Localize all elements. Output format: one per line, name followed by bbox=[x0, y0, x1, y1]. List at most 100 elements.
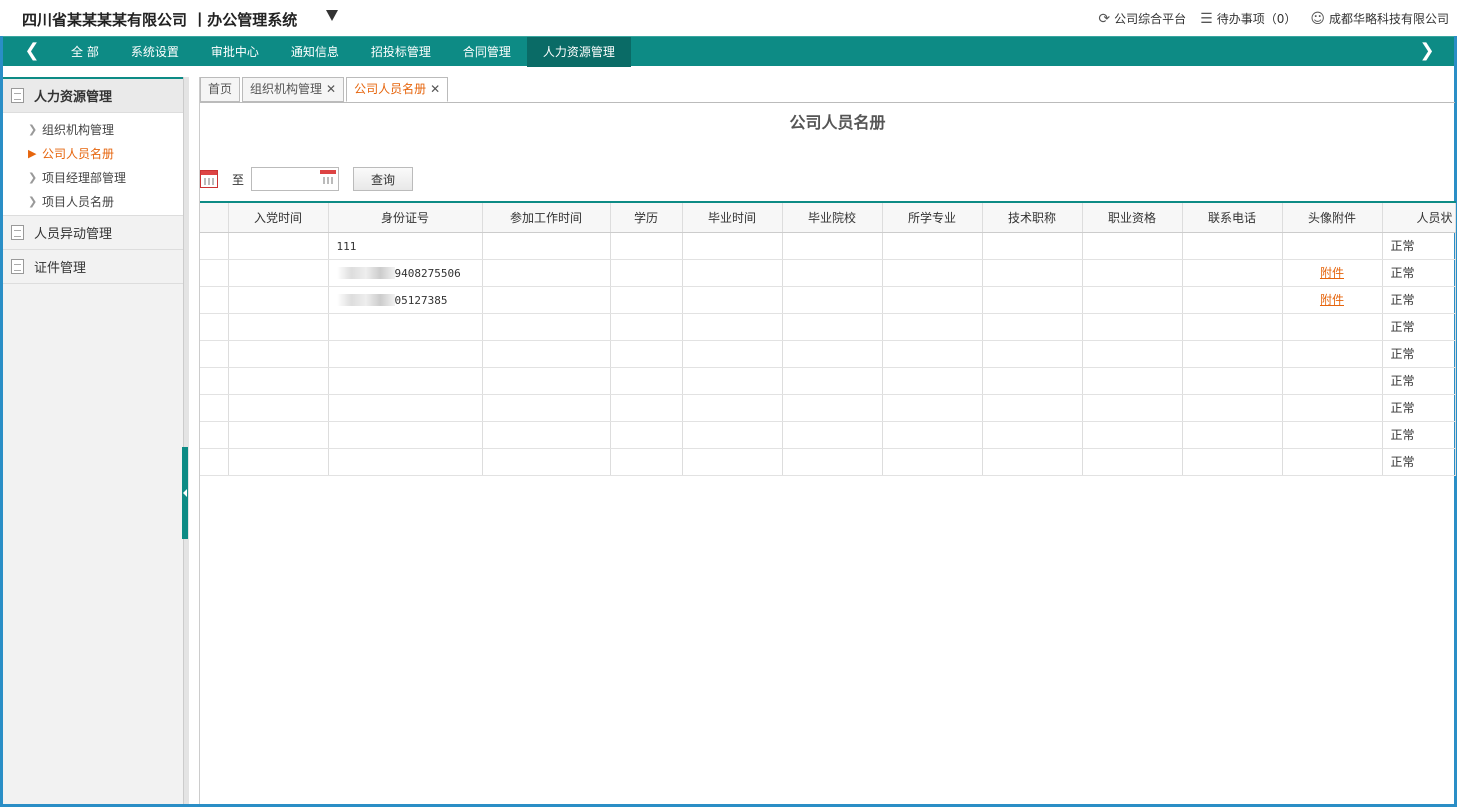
column-header: 所学专业 bbox=[882, 202, 983, 233]
table-row[interactable]: 正常 bbox=[200, 421, 1456, 449]
caret-down-icon[interactable] bbox=[326, 10, 338, 21]
table-row[interactable]: 正常 bbox=[200, 448, 1456, 476]
nav-item[interactable]: 招投标管理 bbox=[355, 37, 447, 67]
id-number: 9408275506 bbox=[394, 266, 461, 280]
table-cell bbox=[482, 340, 611, 368]
table-cell bbox=[610, 394, 683, 422]
status-cell: 正常 bbox=[1382, 367, 1456, 395]
table-cell bbox=[1182, 340, 1283, 368]
sidebar-item-label: 项目人员名册 bbox=[42, 194, 115, 209]
table-row[interactable]: 05127385 附件 正常 bbox=[200, 286, 1456, 314]
calendar-icon[interactable] bbox=[200, 170, 218, 188]
table-cell bbox=[1182, 421, 1283, 449]
table-row[interactable]: 正常 bbox=[200, 367, 1456, 395]
table-cell bbox=[1182, 367, 1283, 395]
nav-item[interactable]: 人力资源管理 bbox=[526, 37, 631, 67]
collapse-sidebar-handle[interactable] bbox=[182, 447, 188, 539]
checklist-icon: ☰ bbox=[1200, 10, 1213, 27]
table-cell bbox=[1082, 394, 1183, 422]
chevron-right-icon[interactable]: ❯ bbox=[1412, 37, 1442, 67]
attachment-link[interactable]: 附件 bbox=[1320, 266, 1344, 280]
table-cell bbox=[1082, 421, 1183, 449]
column-header: 头像附件 bbox=[1282, 202, 1383, 233]
table-cell bbox=[200, 340, 229, 368]
todo-link[interactable]: ☰ 待办事项（0） bbox=[1200, 10, 1296, 27]
end-date-input[interactable] bbox=[251, 167, 340, 191]
sidebar-submenu: ❯ 组织机构管理 ▶ 公司人员名册 ❯ 项目经理部管理 ❯ 项目人员名册 bbox=[3, 113, 183, 216]
tab-divider bbox=[200, 102, 1455, 103]
column-header: 职业资格 bbox=[1082, 202, 1183, 233]
company-platform-link[interactable]: ⟳ 公司综合平台 bbox=[1098, 10, 1186, 27]
status-cell: 正常 bbox=[1382, 394, 1456, 422]
table-cell bbox=[982, 448, 1083, 476]
sidebar-item[interactable]: ❯ 项目经理部管理 bbox=[3, 165, 183, 189]
calendar-icon[interactable] bbox=[320, 170, 339, 188]
table-cell bbox=[1082, 259, 1183, 287]
sidebar-group[interactable]: 证件管理 bbox=[3, 250, 183, 284]
search-row: 至 查询 bbox=[200, 166, 414, 192]
table-cell bbox=[882, 259, 983, 287]
table-cell bbox=[228, 421, 329, 449]
table-row[interactable]: 正常 bbox=[200, 340, 1456, 368]
status-cell: 正常 bbox=[1382, 313, 1456, 341]
table-row[interactable]: 111 正常 bbox=[200, 232, 1456, 260]
nav-item[interactable]: 全 部 bbox=[55, 37, 115, 67]
table-cell bbox=[228, 394, 329, 422]
attachment-cell bbox=[1282, 421, 1383, 449]
table-cell bbox=[1082, 448, 1183, 476]
user-company-link[interactable]: ☺ 成都华略科技有限公司 bbox=[1310, 10, 1449, 27]
table-cell bbox=[228, 286, 329, 314]
sidebar-item[interactable]: ❯ 组织机构管理 bbox=[3, 117, 183, 141]
sidebar-group-label: 人力资源管理 bbox=[34, 90, 113, 105]
nav-item[interactable]: 通知信息 bbox=[275, 37, 355, 67]
table-cell bbox=[482, 367, 611, 395]
tab[interactable]: 组织机构管理 ✕ bbox=[242, 77, 345, 102]
table-cell bbox=[782, 259, 883, 287]
sidebar-item[interactable]: ▶ 公司人员名册 bbox=[3, 141, 183, 165]
attachment-link[interactable]: 附件 bbox=[1320, 293, 1344, 307]
chevron-left-icon[interactable]: ❮ bbox=[17, 37, 47, 67]
table-cell bbox=[200, 394, 229, 422]
table-body: 111 正常 9408275506 附件 正常 05127385 附件 正常 正常 正常 正常 正常正… bbox=[200, 232, 1456, 476]
chevron-right-icon: ❯ bbox=[28, 170, 38, 184]
nav-item[interactable]: 合同管理 bbox=[447, 37, 527, 67]
id-number-cell bbox=[328, 367, 483, 395]
nav-item[interactable]: 系统设置 bbox=[115, 37, 195, 67]
tab[interactable]: 公司人员名册 ✕ bbox=[346, 77, 449, 102]
table-cell bbox=[882, 232, 983, 260]
table-header-row: 入党时间 身份证号 参加工作时间 学历 毕业时间 毕业院校 所学专业 技术职称 职业资格 联系电话… bbox=[200, 202, 1456, 233]
table-row[interactable]: 正常 bbox=[200, 313, 1456, 341]
table-cell bbox=[1082, 313, 1183, 341]
table-cell bbox=[1182, 313, 1283, 341]
close-icon[interactable]: ✕ bbox=[326, 78, 336, 101]
staff-table: 入党时间 身份证号 参加工作时间 学历 毕业时间 毕业院校 所学专业 技术职称 职业资格 联系电话… bbox=[200, 201, 1456, 476]
table-cell bbox=[1082, 232, 1183, 260]
table-cell bbox=[228, 367, 329, 395]
nav-item[interactable]: 审批中心 bbox=[195, 37, 275, 67]
table-cell bbox=[882, 421, 983, 449]
query-button[interactable]: 查询 bbox=[353, 167, 414, 191]
splitter[interactable] bbox=[183, 77, 189, 804]
column-header: 人员状 bbox=[1382, 202, 1456, 233]
document-icon bbox=[11, 259, 24, 274]
table-cell bbox=[200, 367, 229, 395]
table-cell bbox=[482, 232, 611, 260]
tab[interactable]: 首页 bbox=[200, 77, 241, 102]
status-cell: 正常 bbox=[1382, 421, 1456, 449]
document-icon bbox=[11, 225, 24, 240]
table-cell bbox=[982, 232, 1083, 260]
sidebar-item[interactable]: ❯ 项目人员名册 bbox=[3, 189, 183, 213]
table-cell bbox=[982, 313, 1083, 341]
chevron-right-icon: ❯ bbox=[28, 122, 38, 136]
id-number-cell: 05127385 bbox=[328, 286, 483, 314]
sidebar-group[interactable]: 人力资源管理 bbox=[3, 79, 183, 113]
todo-label: 待办事项（0） bbox=[1216, 12, 1297, 26]
table-row[interactable]: 正常 bbox=[200, 394, 1456, 422]
attachment-cell bbox=[1282, 394, 1383, 422]
sidebar-group[interactable]: 人员异动管理 bbox=[3, 216, 183, 250]
close-icon[interactable]: ✕ bbox=[430, 78, 440, 101]
table-row[interactable]: 9408275506 附件 正常 bbox=[200, 259, 1456, 287]
table-cell bbox=[200, 448, 229, 476]
table-cell bbox=[1082, 286, 1183, 314]
table-cell bbox=[228, 340, 329, 368]
